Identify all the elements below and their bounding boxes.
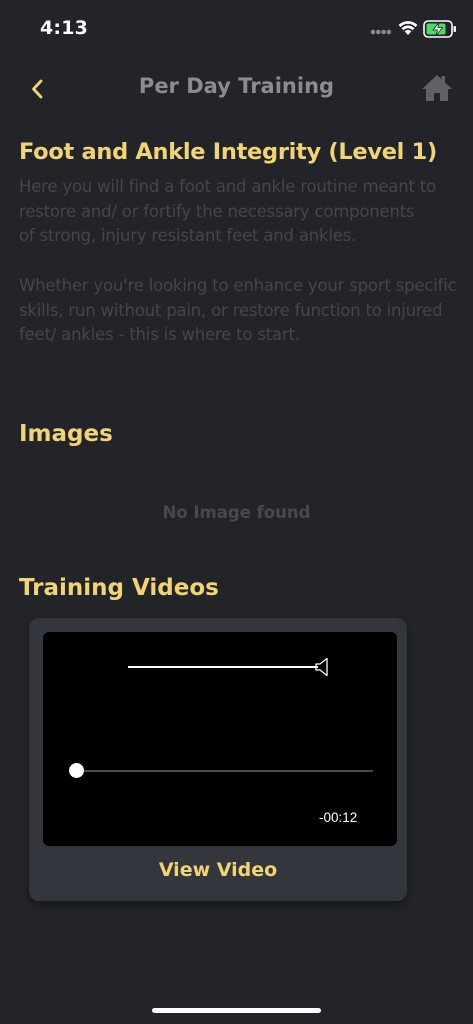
no-image-message: No Image found xyxy=(162,503,311,522)
status-time: 4:13 xyxy=(40,17,89,39)
images-section-title: Images xyxy=(19,421,113,447)
nav-bar: Per Day Training xyxy=(0,62,473,114)
battery-charging-icon xyxy=(423,20,456,38)
program-description: Here you will find a foot and ankle rout… xyxy=(19,177,457,345)
home-icon[interactable] xyxy=(420,72,454,104)
video-card: -00:12 View Video xyxy=(29,618,407,901)
page-title: Per Day Training xyxy=(138,74,335,98)
training-videos-title: Training Videos xyxy=(19,575,219,601)
playback-scrubber[interactable] xyxy=(77,770,373,772)
speaker-icon[interactable] xyxy=(315,657,329,677)
view-video-button[interactable]: View Video xyxy=(29,859,407,881)
home-indicator[interactable] xyxy=(152,1008,321,1013)
cellular-signal-icon xyxy=(370,29,392,35)
program-title: Foot and Ankle Integrity (Level 1) xyxy=(19,139,437,165)
volume-slider[interactable] xyxy=(128,666,318,668)
status-bar: 4:13 xyxy=(0,0,473,58)
video-player[interactable]: -00:12 xyxy=(43,632,397,846)
scrubber-thumb[interactable] xyxy=(69,763,84,778)
time-remaining: -00:12 xyxy=(319,810,358,825)
wifi-icon xyxy=(398,21,418,35)
